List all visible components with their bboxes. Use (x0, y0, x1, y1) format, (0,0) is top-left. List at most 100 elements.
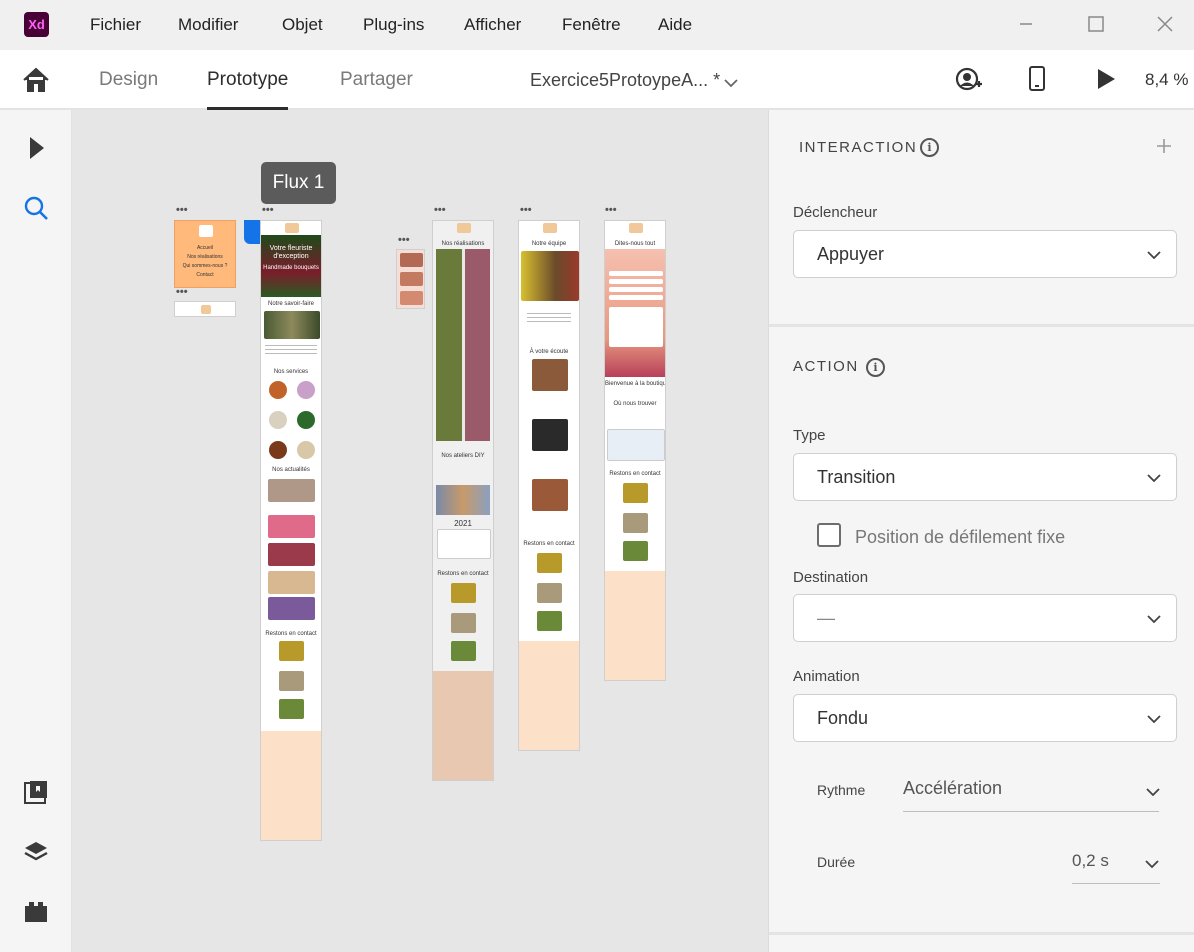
tab-partager[interactable]: Partager (340, 50, 413, 110)
contact-title: Dites-nous tout (614, 241, 656, 247)
section-contact: Restons en contact (609, 471, 661, 477)
logo-thumbnail (201, 305, 211, 314)
menu-item-accueil: Accueil (196, 245, 214, 251)
chevron-down-icon (1146, 788, 1160, 796)
artboard-handle-equipe[interactable]: ••• (520, 205, 532, 216)
menu-aide[interactable]: Aide (658, 0, 692, 50)
flow-start-handle[interactable] (244, 220, 260, 244)
map-thumbnail (607, 429, 665, 461)
menu-afficher[interactable]: Afficher (464, 0, 521, 50)
chevron-down-icon[interactable] (724, 75, 738, 93)
contact-thumb (623, 541, 648, 561)
artboard-handle-contact[interactable]: ••• (605, 205, 617, 216)
xd-app-logo: Xd (24, 12, 49, 37)
artboard-equipe[interactable]: Notre équipe À votre écoute Restons en c… (518, 220, 580, 751)
footer-block (605, 571, 665, 680)
animation-dropdown[interactable]: Fondu (793, 694, 1177, 742)
maximize-icon[interactable] (1086, 14, 1106, 34)
menu-fenetre[interactable]: Fenêtre (562, 0, 621, 50)
artboard-menu[interactable]: Accueil Nos réalisations Qui sommes-nous… (174, 220, 236, 288)
close-icon[interactable] (1155, 14, 1175, 34)
contact-thumb (623, 483, 648, 503)
artboard-handle-header[interactable]: ••• (176, 287, 188, 298)
fixed-scroll-checkbox[interactable] (817, 523, 841, 547)
shop-photo (264, 311, 320, 339)
invite-user-icon[interactable] (955, 67, 983, 93)
trigger-dropdown[interactable]: Appuyer (793, 230, 1177, 278)
service-thumb (269, 381, 287, 399)
fixed-scroll-label: Position de défilement fixe (855, 527, 1066, 547)
action-info-icon[interactable]: i (866, 358, 885, 377)
document-title[interactable]: Exercice5ProtoypeA... * (530, 50, 720, 110)
contact-thumb (537, 583, 562, 603)
service-thumb (269, 411, 287, 429)
play-preview-icon[interactable] (1096, 68, 1116, 90)
chevron-down-icon (1147, 251, 1161, 259)
menu-plugins[interactable]: Plug-ins (363, 0, 424, 50)
logo-thumbnail (629, 223, 643, 233)
artboard-handle-buttons[interactable]: ••• (398, 235, 410, 246)
add-interaction-icon[interactable] (1156, 138, 1172, 154)
tab-design[interactable]: Design (99, 50, 158, 110)
assets-icon[interactable] (22, 778, 50, 806)
home-icon[interactable] (22, 67, 50, 93)
destination-dropdown[interactable]: — (793, 594, 1177, 642)
zoom-level[interactable]: 8,4 % (1145, 50, 1188, 110)
section-contact: Restons en contact (523, 541, 575, 547)
menu-fichier[interactable]: Fichier (90, 0, 141, 50)
member-photo (532, 419, 568, 451)
artboard-contact[interactable]: Dites-nous tout Bienvenue à la boutique … (604, 220, 666, 681)
service-thumb (297, 411, 315, 429)
section-actualites: Nos actualités (272, 467, 310, 473)
service-thumb (269, 441, 287, 459)
easing-dropdown[interactable]: Accélération (903, 772, 1160, 812)
service-thumb (297, 441, 315, 459)
artboard-realisations[interactable]: Nos réalisations Nos ateliers DIY 2021 R… (432, 220, 494, 781)
title-bar: Xd Fichier Modifier Objet Plug-ins Affic… (0, 0, 1194, 50)
artboard-handle-home[interactable]: ••• (262, 205, 274, 216)
artboard-handle-menu[interactable]: ••• (176, 205, 188, 216)
where-title: Où nous trouver (613, 401, 657, 407)
tab-prototype[interactable]: Prototype (207, 50, 289, 110)
type-dropdown[interactable]: Transition (793, 453, 1177, 501)
section-savoir-faire: Notre savoir-faire (267, 301, 314, 307)
artboard-buttons[interactable] (396, 249, 425, 309)
news-thumb (268, 515, 315, 538)
artboard-header[interactable] (174, 301, 236, 317)
chevron-down-icon (1147, 474, 1161, 482)
news-thumb (268, 543, 315, 566)
calendar-widget (437, 529, 491, 559)
gallery-grid (436, 249, 490, 441)
interaction-heading: INTERACTION (799, 139, 918, 156)
select-tool-icon[interactable] (22, 134, 50, 162)
animation-label: Animation (793, 668, 860, 685)
service-thumb (297, 381, 315, 399)
flow-label[interactable]: Flux 1 (261, 162, 336, 204)
interaction-info-icon[interactable]: i (920, 138, 939, 157)
contact-thumb (451, 641, 476, 661)
minimize-icon[interactable] (1016, 14, 1036, 34)
menu-objet[interactable]: Objet (282, 0, 323, 50)
plugins-icon[interactable] (22, 898, 50, 926)
menu-modifier[interactable]: Modifier (178, 0, 238, 50)
chevron-down-icon (1147, 615, 1161, 623)
artboard-handle-realisations[interactable]: ••• (434, 205, 446, 216)
logo-thumbnail (543, 223, 557, 233)
easing-label: Rythme (817, 782, 866, 798)
menu-item-qui: Qui sommes-nous ? (182, 263, 228, 269)
contact-thumb (537, 553, 562, 573)
duration-field[interactable]: 0,2 s (1072, 844, 1160, 884)
layers-icon[interactable] (22, 838, 50, 866)
contact-thumb (279, 699, 304, 719)
artboard-home[interactable]: Votre fleuriste d'exception Handmade bou… (260, 220, 322, 841)
zoom-tool-icon[interactable] (22, 194, 50, 222)
footer-block (519, 641, 579, 750)
design-canvas[interactable]: Flux 1 ••• Accueil Nos réalisations Qui … (72, 110, 768, 952)
ateliers-title: Nos ateliers DIY (441, 453, 485, 459)
logo-thumbnail (199, 225, 213, 237)
section-services: Nos services (273, 369, 309, 375)
team-photo (521, 251, 579, 301)
button-thumb (400, 272, 423, 286)
menu-item-realisations: Nos réalisations (187, 254, 223, 260)
device-preview-icon[interactable] (1028, 65, 1046, 93)
